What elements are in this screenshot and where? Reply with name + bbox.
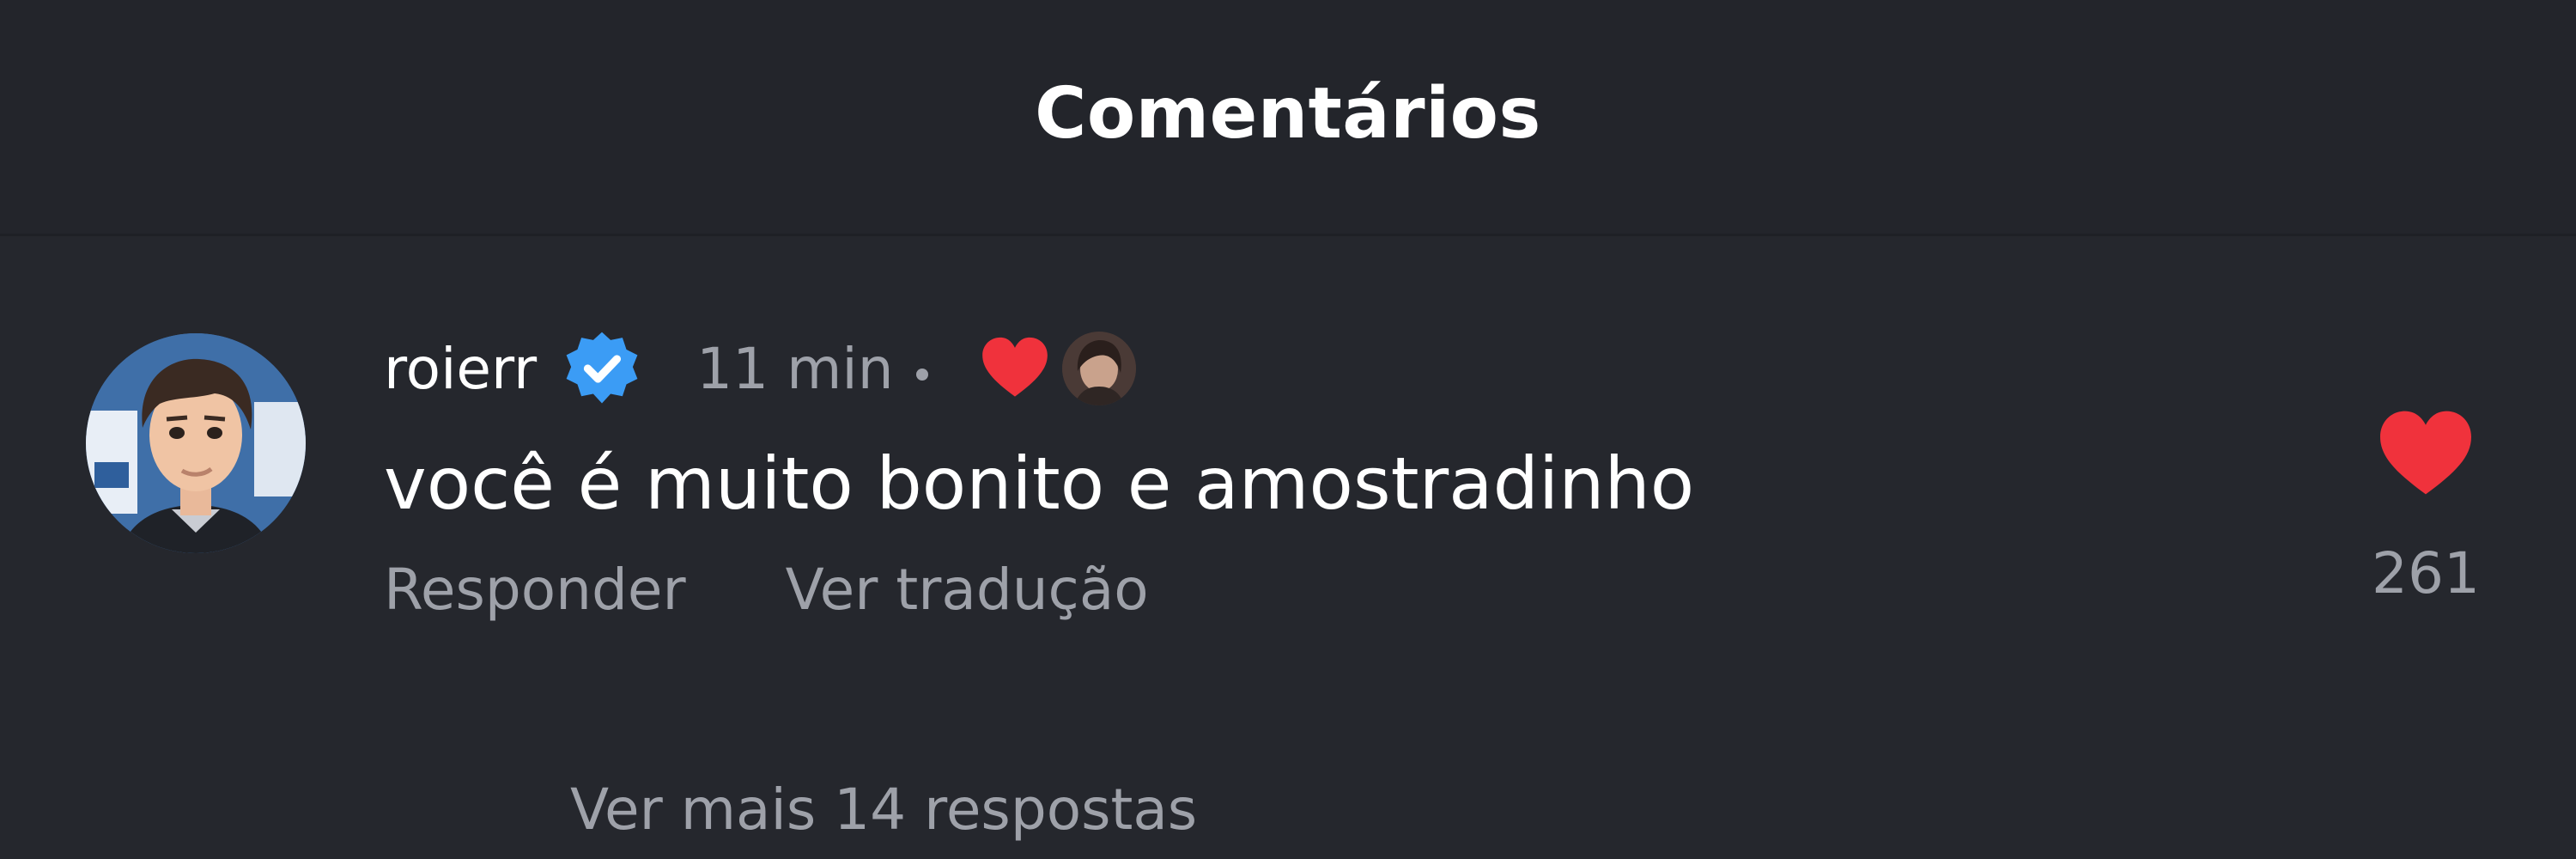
comment-meta: roierr 11 min <box>384 320 2359 417</box>
comment: roierr 11 min você é muito bonito e amos… <box>384 320 2359 629</box>
avatar[interactable] <box>86 333 306 553</box>
separator-dot <box>915 369 928 381</box>
comments-header: Comentários <box>0 0 2576 234</box>
comment-text: você é muito bonito e amostradinho <box>384 442 1695 526</box>
like-control: 261 <box>2353 407 2499 608</box>
reply-button[interactable]: Responder <box>384 551 686 629</box>
comment-actions: Responder Ver tradução <box>384 551 2359 629</box>
like-heart-icon[interactable] <box>2376 407 2476 498</box>
username[interactable]: roierr <box>384 336 537 402</box>
page-title: Comentários <box>1035 72 1541 155</box>
comment-time: 11 min <box>696 335 894 402</box>
avatar-image <box>86 333 306 553</box>
verified-badge-icon <box>562 329 641 408</box>
creator-avatar <box>1061 332 1136 405</box>
view-more-replies-button[interactable]: Ver mais 14 respostas <box>570 771 1197 849</box>
like-count: 261 <box>2372 540 2480 606</box>
translate-button[interactable]: Ver tradução <box>786 551 1149 629</box>
creator-heart-icon <box>978 332 1052 405</box>
header-divider <box>0 234 2576 236</box>
